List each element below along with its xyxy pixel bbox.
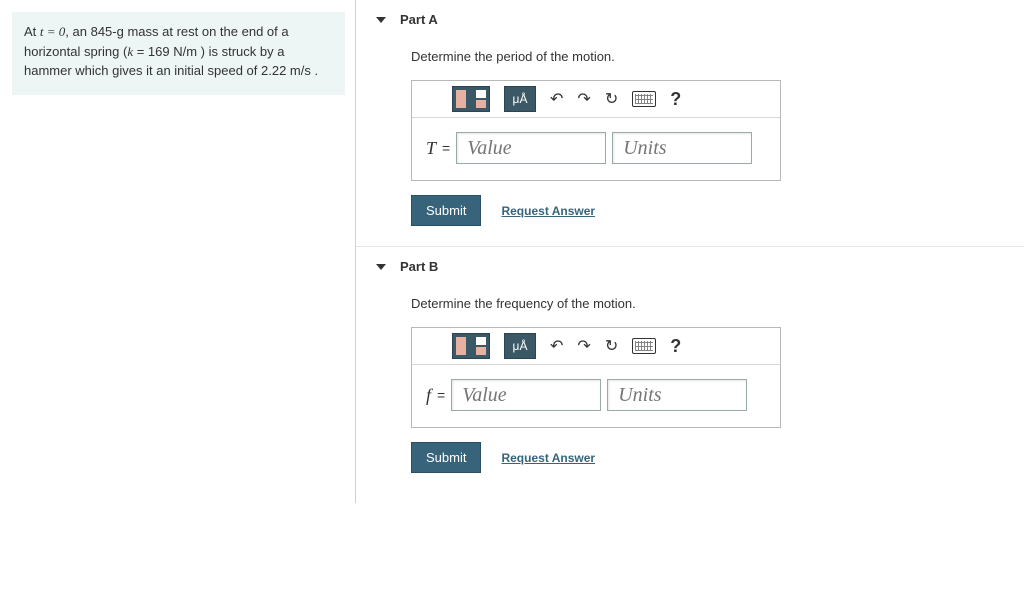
keyboard-icon[interactable] (632, 338, 656, 354)
part-b-toolbar: μÅ ↶ ↷ ↻ ? (412, 328, 780, 365)
part-a: Part A Determine the period of the motio… (356, 0, 1024, 246)
part-a-value-input[interactable] (456, 132, 606, 164)
redo-icon[interactable]: ↷ (577, 89, 590, 109)
part-a-units-input[interactable] (612, 132, 752, 164)
undo-icon[interactable]: ↶ (550, 336, 563, 356)
templates-icon[interactable] (452, 86, 490, 112)
part-a-answer-box: μÅ ↶ ↷ ↻ ? T = (411, 80, 781, 181)
part-b-submit-button[interactable]: Submit (411, 442, 481, 473)
part-b-units-input[interactable] (607, 379, 747, 411)
part-b-title: Part B (400, 259, 438, 274)
part-b-variable: f (426, 385, 431, 406)
templates-icon[interactable] (452, 333, 490, 359)
part-a-header[interactable]: Part A (356, 12, 1024, 45)
help-icon[interactable]: ? (670, 89, 681, 110)
chevron-down-icon (376, 264, 386, 270)
special-chars-button[interactable]: μÅ (504, 86, 536, 112)
prompt-text: At (24, 24, 40, 39)
part-b-request-answer-link[interactable]: Request Answer (501, 451, 595, 465)
reset-icon[interactable]: ↻ (605, 89, 618, 109)
part-b-value-input[interactable] (451, 379, 601, 411)
reset-icon[interactable]: ↻ (605, 336, 618, 356)
part-b-header[interactable]: Part B (356, 259, 1024, 292)
part-a-title: Part A (400, 12, 438, 27)
special-chars-button[interactable]: μÅ (504, 333, 536, 359)
part-b-answer-box: μÅ ↶ ↷ ↻ ? f = (411, 327, 781, 428)
part-a-variable: T (426, 138, 436, 159)
prompt-t-eq: t = 0 (40, 24, 65, 39)
redo-icon[interactable]: ↷ (577, 336, 590, 356)
part-a-instruction: Determine the period of the motion. (356, 45, 1024, 80)
part-a-submit-button[interactable]: Submit (411, 195, 481, 226)
part-b: Part B Determine the frequency of the mo… (356, 246, 1024, 493)
undo-icon[interactable]: ↶ (550, 89, 563, 109)
part-a-toolbar: μÅ ↶ ↷ ↻ ? (412, 81, 780, 118)
chevron-down-icon (376, 17, 386, 23)
help-icon[interactable]: ? (670, 336, 681, 357)
equals-sign: = (437, 387, 445, 403)
part-a-request-answer-link[interactable]: Request Answer (501, 204, 595, 218)
part-b-instruction: Determine the frequency of the motion. (356, 292, 1024, 327)
equals-sign: = (442, 140, 450, 156)
keyboard-icon[interactable] (632, 91, 656, 107)
problem-statement: At t = 0, an 845-g mass at rest on the e… (12, 12, 345, 95)
